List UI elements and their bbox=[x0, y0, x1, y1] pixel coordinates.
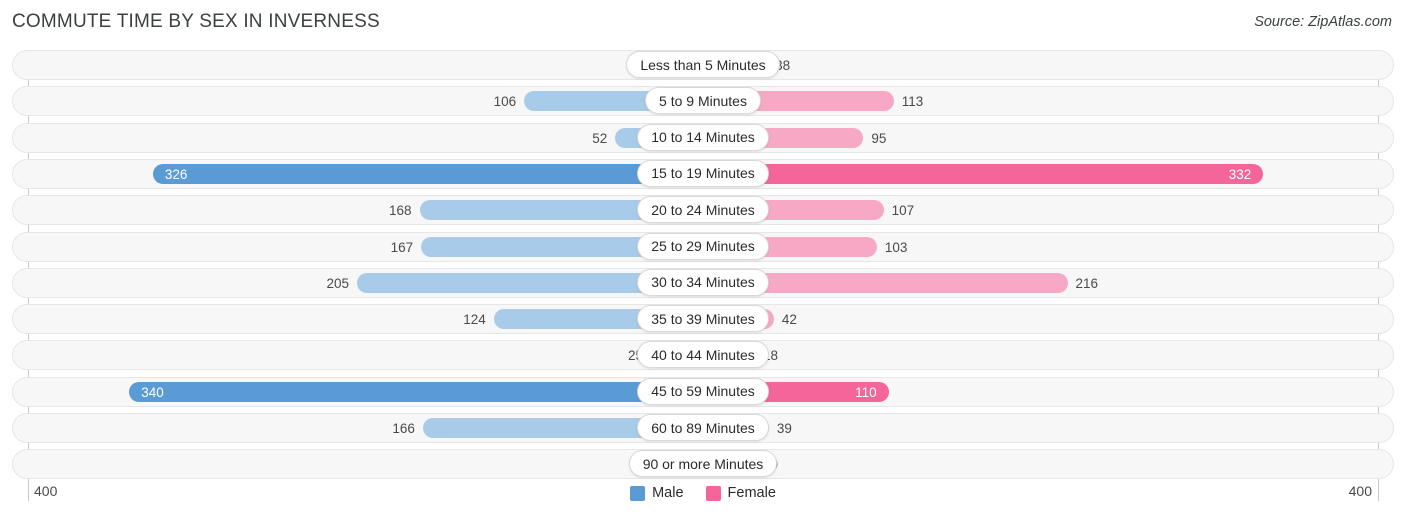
category-label: 45 to 59 Minutes bbox=[637, 377, 769, 405]
category-label: 25 to 29 Minutes bbox=[637, 232, 769, 260]
legend-item[interactable]: Male bbox=[630, 485, 684, 501]
bar-value-male: 340 bbox=[141, 384, 164, 400]
bar-value-male: 106 bbox=[493, 94, 517, 110]
bar-value-female: 107 bbox=[891, 203, 915, 219]
chart-legend: Male Female bbox=[0, 485, 1406, 501]
bar-value-female: 113 bbox=[901, 94, 924, 110]
bar-value-male: 25 bbox=[627, 348, 643, 364]
table-row: 168 107 20 to 24 Minutes bbox=[0, 193, 1406, 229]
bar-value-male: 166 bbox=[392, 421, 415, 436]
table-row: 167 103 25 to 29 Minutes bbox=[0, 230, 1406, 266]
category-label: 60 to 89 Minutes bbox=[637, 414, 769, 441]
table-row: 205 216 30 to 34 Minutes bbox=[0, 266, 1406, 302]
category-label: Less than 5 Minutes bbox=[626, 51, 780, 78]
bar-value-female: 95 bbox=[871, 130, 887, 146]
chart-header: COMMUTE TIME BY SEX IN INVERNESS Source:… bbox=[0, 0, 1406, 44]
bar-value-female: 39 bbox=[776, 421, 792, 436]
chart-plot-area: 2838Less than 5 Minutes 106 113 5 to 9 Minu… bbox=[0, 44, 1406, 484]
page-title: COMMUTE TIME BY SEX IN INVERNESS bbox=[12, 11, 380, 32]
table-row: 25 18 40 to 44 Minutes bbox=[0, 338, 1406, 374]
bar-value-female: 103 bbox=[884, 239, 908, 255]
table-row: 2838Less than 5 Minutes bbox=[0, 48, 1406, 84]
table-row: 340 110 45 to 59 Minutes bbox=[0, 375, 1406, 411]
bar-value-male: 124 bbox=[463, 312, 486, 328]
bar-value-male: 168 bbox=[388, 203, 412, 219]
bar-male[interactable] bbox=[152, 163, 703, 184]
bar-value-female: 110 bbox=[855, 384, 877, 400]
bar-value-female: 332 bbox=[1228, 166, 1252, 182]
category-label: 20 to 24 Minutes bbox=[637, 196, 769, 224]
table-row: 326 332 15 to 19 Minutes bbox=[0, 157, 1406, 193]
legend-swatch-icon bbox=[705, 485, 721, 501]
source-attribution: Source: ZipAtlas.com bbox=[1254, 14, 1392, 30]
category-label: 35 to 39 Minutes bbox=[637, 305, 769, 333]
table-row: 166 39 60 to 89 Minutes bbox=[0, 411, 1406, 447]
bar-value-female: 42 bbox=[781, 312, 797, 328]
legend-label: Female bbox=[727, 485, 776, 501]
table-row: 106 113 5 to 9 Minutes bbox=[0, 84, 1406, 120]
table-row: 124 42 35 to 39 Minutes bbox=[0, 302, 1406, 338]
legend-swatch-icon bbox=[630, 485, 646, 501]
bar-value-male: 205 bbox=[326, 275, 350, 291]
table-row: 81990 or more Minutes bbox=[0, 447, 1406, 483]
bar-value-female: 216 bbox=[1075, 275, 1099, 291]
category-label: 15 to 19 Minutes bbox=[637, 159, 769, 187]
chart-footer: 400 400 Male Female bbox=[0, 481, 1406, 523]
category-label: 40 to 44 Minutes bbox=[637, 341, 769, 369]
bar-male[interactable] bbox=[129, 381, 703, 402]
bar-value-male: 326 bbox=[164, 166, 188, 182]
category-label: 90 or more Minutes bbox=[628, 450, 778, 478]
legend-label: Male bbox=[652, 485, 684, 501]
bar-female[interactable] bbox=[703, 163, 1264, 184]
category-label: 30 to 34 Minutes bbox=[637, 268, 769, 296]
category-label: 5 to 9 Minutes bbox=[645, 87, 761, 115]
table-row: 52 95 10 to 14 Minutes bbox=[0, 121, 1406, 157]
legend-item[interactable]: Female bbox=[705, 485, 776, 501]
bar-value-male: 52 bbox=[592, 130, 608, 146]
category-label: 10 to 14 Minutes bbox=[637, 123, 769, 151]
bar-value-male: 167 bbox=[390, 239, 414, 255]
